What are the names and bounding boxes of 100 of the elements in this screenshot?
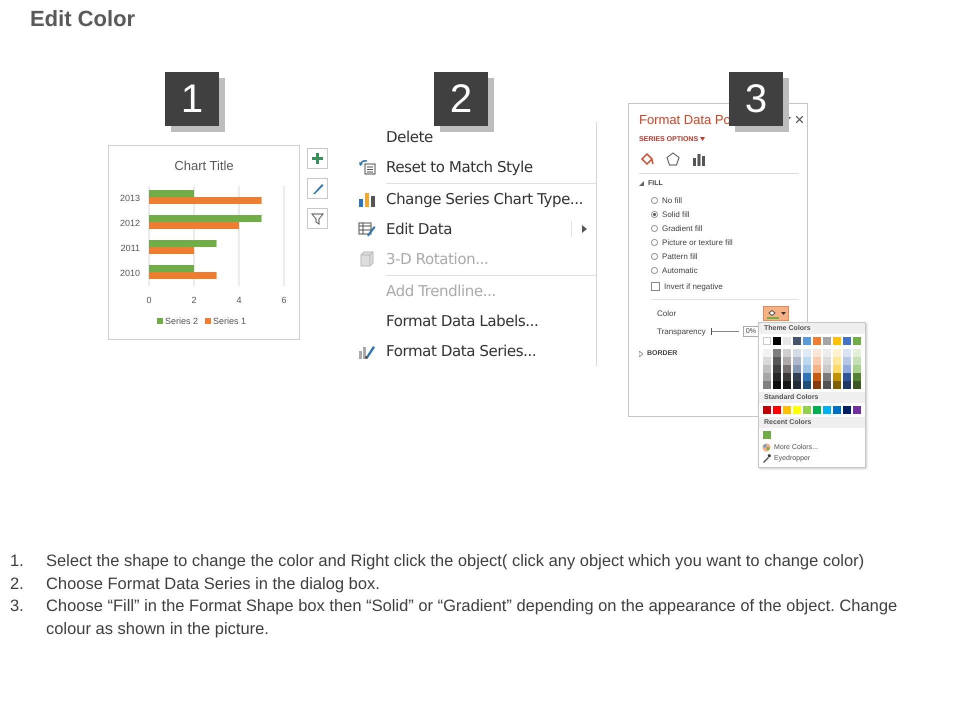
color-swatch[interactable] xyxy=(833,365,841,373)
close-icon[interactable] xyxy=(796,116,803,122)
color-swatch[interactable] xyxy=(823,381,831,389)
color-swatch[interactable] xyxy=(853,365,861,373)
color-swatch[interactable] xyxy=(783,349,791,357)
color-swatch[interactable] xyxy=(813,381,821,389)
color-swatch[interactable] xyxy=(783,381,791,389)
menu-item[interactable]: Format Data Labels... xyxy=(348,306,596,336)
color-swatch[interactable] xyxy=(823,337,831,345)
color-swatch[interactable] xyxy=(763,337,771,345)
color-swatch[interactable] xyxy=(833,357,841,365)
color-swatch[interactable] xyxy=(803,337,811,345)
expand-arrow-icon[interactable] xyxy=(639,350,643,356)
bar-chart-icon xyxy=(358,191,376,207)
color-swatch[interactable] xyxy=(823,357,831,365)
menu-item[interactable]: Edit Data xyxy=(348,214,596,244)
color-swatch[interactable] xyxy=(833,373,841,381)
color-swatch[interactable] xyxy=(773,381,781,389)
color-swatch[interactable] xyxy=(853,337,861,345)
color-swatch[interactable] xyxy=(783,373,791,381)
filter-icon[interactable] xyxy=(307,208,328,229)
color-swatch[interactable] xyxy=(843,373,851,381)
color-swatch[interactable] xyxy=(773,406,781,414)
color-swatch[interactable] xyxy=(803,406,811,414)
color-swatch[interactable] xyxy=(843,357,851,365)
checkbox[interactable] xyxy=(651,282,660,290)
color-swatch[interactable] xyxy=(763,381,771,389)
color-swatch[interactable] xyxy=(803,349,811,357)
color-swatch[interactable] xyxy=(833,349,841,357)
color-swatch[interactable] xyxy=(803,357,811,365)
add-icon[interactable] xyxy=(307,148,328,169)
color-swatch[interactable] xyxy=(823,373,831,381)
pane-tab[interactable] xyxy=(691,151,707,167)
color-swatch[interactable] xyxy=(773,365,781,373)
color-swatch[interactable] xyxy=(793,337,801,345)
color-swatch[interactable] xyxy=(763,365,771,373)
color-swatch[interactable] xyxy=(763,406,771,414)
color-swatch[interactable] xyxy=(783,337,791,345)
color-swatch[interactable] xyxy=(793,365,801,373)
color-picker-button[interactable] xyxy=(763,306,789,320)
radio-button[interactable] xyxy=(651,210,658,218)
pane-tab[interactable] xyxy=(665,151,681,167)
caret-icon[interactable] xyxy=(700,137,706,141)
color-swatch[interactable] xyxy=(833,337,841,345)
color-swatch[interactable] xyxy=(823,349,831,357)
color-swatch[interactable] xyxy=(853,381,861,389)
color-swatch[interactable] xyxy=(803,373,811,381)
color-swatch[interactable] xyxy=(853,373,861,381)
color-swatch[interactable] xyxy=(843,381,851,389)
menu-item[interactable]: Format Data Series... xyxy=(348,336,596,366)
color-swatch[interactable] xyxy=(773,357,781,365)
radio-button[interactable] xyxy=(651,224,658,232)
collapse-arrow-icon[interactable] xyxy=(639,181,644,186)
radio-button[interactable] xyxy=(651,196,658,204)
color-swatch[interactable] xyxy=(793,373,801,381)
radio-button[interactable] xyxy=(651,252,658,260)
color-swatch[interactable] xyxy=(773,373,781,381)
color-swatch[interactable] xyxy=(803,365,811,373)
color-swatch[interactable] xyxy=(813,349,821,357)
color-swatch[interactable] xyxy=(763,357,771,365)
color-swatch[interactable] xyxy=(763,431,771,439)
chart-title: Chart Title xyxy=(174,158,234,173)
color-swatch[interactable] xyxy=(843,349,851,357)
color-swatch[interactable] xyxy=(783,406,791,414)
color-swatch[interactable] xyxy=(813,406,821,414)
menu-item[interactable]: Reset to Match Style xyxy=(348,152,596,182)
axis-tick-label: 2 xyxy=(192,295,196,305)
color-swatch[interactable] xyxy=(793,349,801,357)
color-swatch[interactable] xyxy=(793,381,801,389)
slide-title: Edit Color xyxy=(30,6,136,32)
color-swatch[interactable] xyxy=(833,381,841,389)
color-swatch[interactable] xyxy=(793,357,801,365)
color-swatch[interactable] xyxy=(853,349,861,357)
step-number: 1 xyxy=(165,72,219,126)
axis-category-label: 2010 xyxy=(120,268,140,278)
color-swatch[interactable] xyxy=(833,406,841,414)
color-swatch[interactable] xyxy=(843,365,851,373)
color-swatch[interactable] xyxy=(813,373,821,381)
color-swatch[interactable] xyxy=(813,365,821,373)
color-swatch[interactable] xyxy=(763,349,771,357)
color-swatch[interactable] xyxy=(813,357,821,365)
pane-tab[interactable] xyxy=(639,151,655,167)
color-swatch[interactable] xyxy=(853,357,861,365)
radio-button[interactable] xyxy=(651,266,658,274)
brush-icon[interactable] xyxy=(307,178,328,199)
color-swatch[interactable] xyxy=(803,381,811,389)
color-swatch[interactable] xyxy=(813,337,821,345)
color-swatch[interactable] xyxy=(763,373,771,381)
color-swatch[interactable] xyxy=(823,365,831,373)
color-swatch[interactable] xyxy=(853,406,861,414)
color-swatch[interactable] xyxy=(823,406,831,414)
color-swatch[interactable] xyxy=(783,357,791,365)
radio-button[interactable] xyxy=(651,238,658,246)
color-swatch[interactable] xyxy=(783,365,791,373)
color-swatch[interactable] xyxy=(843,337,851,345)
color-swatch[interactable] xyxy=(843,406,851,414)
menu-item[interactable]: Change Series Chart Type... xyxy=(348,184,596,214)
color-swatch[interactable] xyxy=(773,337,781,345)
color-swatch[interactable] xyxy=(773,349,781,357)
color-swatch[interactable] xyxy=(793,406,801,414)
